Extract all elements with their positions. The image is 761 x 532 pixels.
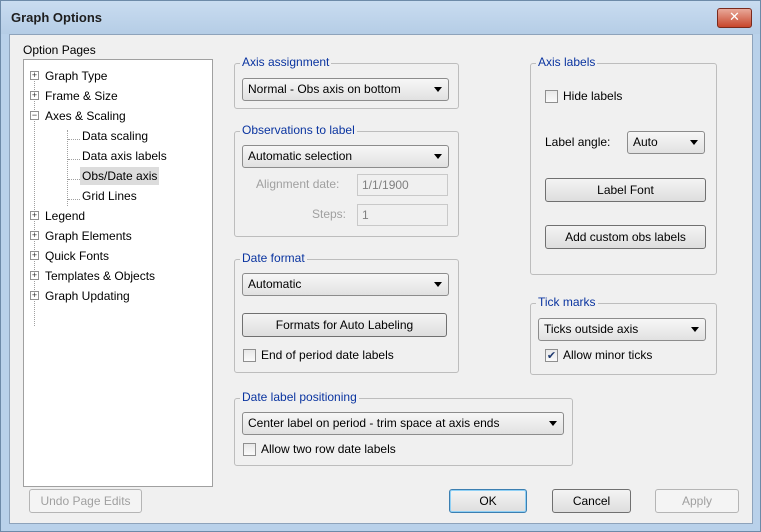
chevron-down-icon xyxy=(434,282,442,287)
tree-item-label: Quick Fonts xyxy=(45,249,110,263)
expand-icon[interactable]: + xyxy=(30,271,39,280)
tick-marks-value: Ticks outside axis xyxy=(544,322,639,336)
title-bar[interactable]: Graph Options ✕ xyxy=(1,1,760,34)
expand-icon[interactable]: + xyxy=(30,211,39,220)
observations-select[interactable]: Automatic selection xyxy=(242,145,449,168)
tree-connector xyxy=(68,139,80,140)
steps-label: Steps: xyxy=(312,207,347,221)
chevron-down-icon xyxy=(691,327,699,332)
observations-value: Automatic selection xyxy=(248,149,353,163)
label-angle-label: Label angle: xyxy=(545,135,611,149)
end-of-period-label: End of period date labels xyxy=(261,348,394,362)
allow-minor-ticks-label: Allow minor ticks xyxy=(563,348,653,362)
date-format-value: Automatic xyxy=(248,277,302,291)
date-label-positioning-title: Date label positioning xyxy=(240,390,359,404)
cancel-button[interactable]: Cancel xyxy=(552,489,631,513)
label-font-button[interactable]: Label Font xyxy=(545,178,706,202)
axis-assignment-title: Axis assignment xyxy=(240,55,332,69)
graph-options-dialog: Graph Options ✕ Option Pages + Graph Typ… xyxy=(0,0,761,532)
expand-icon[interactable]: + xyxy=(30,71,39,80)
window-title: Graph Options xyxy=(11,10,102,25)
chevron-down-icon xyxy=(549,421,557,426)
chevron-down-icon xyxy=(434,154,442,159)
option-pages-label: Option Pages xyxy=(23,43,96,57)
label-angle-value: Auto xyxy=(633,135,658,149)
expand-icon[interactable]: + xyxy=(30,91,39,100)
tree-item-label: Legend xyxy=(45,209,86,223)
tree-item-label: Graph Updating xyxy=(45,289,130,303)
chevron-down-icon xyxy=(690,140,698,145)
undo-page-edits-button[interactable]: Undo Page Edits xyxy=(29,489,142,513)
hide-labels-label: Hide labels xyxy=(563,89,623,103)
two-row-labels-label: Allow two row date labels xyxy=(261,442,396,456)
tree-item-obs-date-axis[interactable]: Obs/Date axis xyxy=(80,167,160,185)
end-of-period-checkbox[interactable] xyxy=(243,349,256,362)
tree-connector xyxy=(68,199,80,200)
expand-icon[interactable]: + xyxy=(30,291,39,300)
ok-button[interactable]: OK xyxy=(449,489,527,513)
tree-item-label: Frame & Size xyxy=(45,89,118,103)
option-pages-tree[interactable]: + Graph Type + Frame & Size − Axes & Sca… xyxy=(23,59,213,487)
date-label-positioning-value: Center label on period - trim space at a… xyxy=(248,416,500,430)
axis-labels-title: Axis labels xyxy=(536,55,598,69)
axis-assignment-value: Normal - Obs axis on bottom xyxy=(248,82,401,96)
steps-field[interactable]: 1 xyxy=(357,204,448,226)
apply-button[interactable]: Apply xyxy=(655,489,739,513)
checkmark-icon: ✔ xyxy=(546,349,557,362)
axis-assignment-select[interactable]: Normal - Obs axis on bottom xyxy=(242,78,449,101)
label-angle-select[interactable]: Auto xyxy=(627,131,705,154)
two-row-labels-checkbox[interactable] xyxy=(243,443,256,456)
tree-connector xyxy=(68,159,80,160)
expand-icon[interactable]: + xyxy=(30,251,39,260)
dialog-body: Option Pages + Graph Type + Frame & Size… xyxy=(9,34,753,524)
tree-item-label: Axes & Scaling xyxy=(45,109,126,123)
alignment-date-label: Alignment date: xyxy=(256,177,340,191)
tree-item-data-scaling[interactable]: Data scaling xyxy=(82,127,148,145)
tree-connector xyxy=(67,130,68,206)
chevron-down-icon xyxy=(434,87,442,92)
date-label-positioning-select[interactable]: Center label on period - trim space at a… xyxy=(242,412,564,435)
close-button[interactable]: ✕ xyxy=(717,8,752,28)
allow-minor-ticks-checkbox[interactable]: ✔ xyxy=(545,349,558,362)
hide-labels-checkbox[interactable] xyxy=(545,90,558,103)
tick-marks-select[interactable]: Ticks outside axis xyxy=(538,318,706,341)
formats-for-auto-labeling-button[interactable]: Formats for Auto Labeling xyxy=(242,313,447,337)
tree-item-label: Graph Elements xyxy=(45,229,132,243)
tree-item-label: Templates & Objects xyxy=(45,269,156,283)
expand-icon[interactable]: + xyxy=(30,231,39,240)
collapse-icon[interactable]: − xyxy=(30,111,39,120)
tree-item-label: Graph Type xyxy=(45,69,108,83)
alignment-date-field[interactable]: 1/1/1900 xyxy=(357,174,448,196)
tree-connector xyxy=(68,179,80,180)
observations-to-label-title: Observations to label xyxy=(240,123,357,137)
date-format-title: Date format xyxy=(240,251,307,265)
tree-item-data-axis-labels[interactable]: Data axis labels xyxy=(82,147,167,165)
date-format-select[interactable]: Automatic xyxy=(242,273,449,296)
tree-item-grid-lines[interactable]: Grid Lines xyxy=(82,187,137,205)
tick-marks-title: Tick marks xyxy=(536,295,598,309)
add-custom-obs-labels-button[interactable]: Add custom obs labels xyxy=(545,225,706,249)
